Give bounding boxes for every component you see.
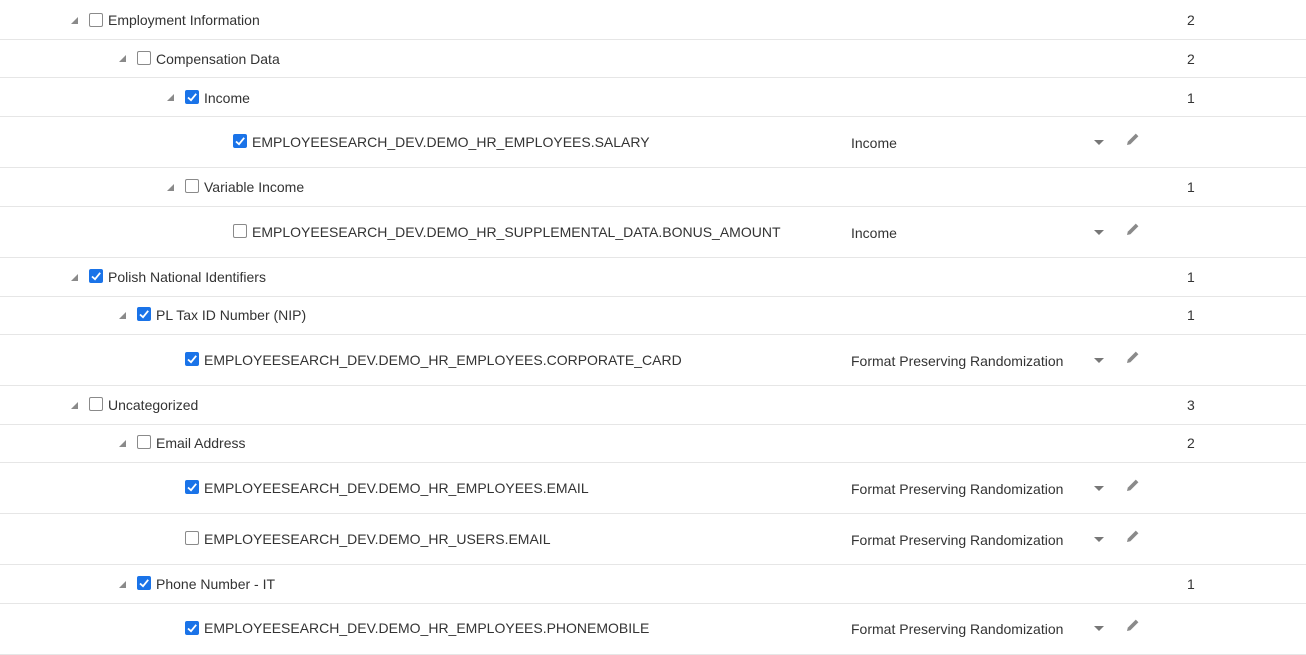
tree-group-row: Employment Information 2 — [0, 0, 1306, 40]
chevron-down-icon[interactable] — [1094, 230, 1104, 235]
tree-column-row: EMPLOYEESEARCH_DEV.DEMO_HR_SUPPLEMENTAL_… — [0, 207, 1306, 258]
pencil-icon[interactable] — [1125, 221, 1141, 237]
row-checkbox[interactable] — [137, 576, 151, 590]
tree-column-row: EMPLOYEESEARCH_DEV.DEMO_HR_EMPLOYEES.PHO… — [0, 604, 1306, 655]
checkmark-icon — [187, 483, 197, 492]
chevron-down-icon[interactable] — [1094, 486, 1104, 491]
row-checkbox[interactable] — [89, 13, 103, 27]
tree-column-row: EMPLOYEESEARCH_DEV.DEMO_HR_EMPLOYEES.EMA… — [0, 463, 1306, 514]
chevron-down-icon[interactable] — [1094, 537, 1104, 542]
masking-format-select[interactable]: Format Preserving Randomization — [851, 353, 1063, 369]
chevron-down-icon[interactable] — [1094, 626, 1104, 631]
masking-format-select[interactable]: Format Preserving Randomization — [851, 481, 1063, 497]
pencil-icon[interactable] — [1125, 131, 1141, 147]
tree-group-row: Polish National Identifiers 1 — [0, 258, 1306, 297]
masking-format-select[interactable]: Income — [851, 135, 897, 151]
row-checkbox[interactable] — [185, 90, 199, 104]
checkmark-icon — [139, 310, 149, 319]
pencil-icon[interactable] — [1125, 617, 1141, 633]
triangle-expanded-icon[interactable] — [71, 274, 78, 281]
row-checkbox[interactable] — [185, 352, 199, 366]
row-checkbox[interactable] — [137, 51, 151, 65]
row-checkbox[interactable] — [233, 134, 247, 148]
group-label: Compensation Data — [156, 51, 280, 67]
group-label: PL Tax ID Number (NIP) — [156, 307, 307, 323]
row-checkbox[interactable] — [89, 397, 103, 411]
row-checkbox[interactable] — [185, 480, 199, 494]
column-name: EMPLOYEESEARCH_DEV.DEMO_HR_USERS.EMAIL — [204, 531, 551, 547]
group-count: 2 — [1187, 12, 1195, 28]
row-checkbox[interactable] — [185, 531, 199, 545]
tree-column-row: EMPLOYEESEARCH_DEV.DEMO_HR_EMPLOYEES.SAL… — [0, 117, 1306, 168]
chevron-down-icon[interactable] — [1094, 358, 1104, 363]
checkmark-icon — [187, 93, 197, 102]
column-name: EMPLOYEESEARCH_DEV.DEMO_HR_EMPLOYEES.COR… — [204, 352, 682, 368]
row-checkbox[interactable] — [233, 224, 247, 238]
chevron-down-icon[interactable] — [1094, 140, 1104, 145]
triangle-expanded-icon[interactable] — [167, 94, 174, 101]
tree-group-row: PL Tax ID Number (NIP) 1 — [0, 297, 1306, 335]
masking-format-select[interactable]: Format Preserving Randomization — [851, 621, 1063, 637]
checkmark-icon — [187, 624, 197, 633]
triangle-expanded-icon[interactable] — [119, 55, 126, 62]
checkmark-icon — [139, 579, 149, 588]
pencil-icon[interactable] — [1125, 349, 1141, 365]
column-name: EMPLOYEESEARCH_DEV.DEMO_HR_EMPLOYEES.PHO… — [204, 620, 650, 636]
group-label: Variable Income — [204, 179, 305, 195]
triangle-expanded-icon[interactable] — [71, 17, 78, 24]
group-count: 1 — [1187, 90, 1195, 106]
group-count: 1 — [1187, 269, 1195, 285]
triangle-expanded-icon[interactable] — [119, 312, 126, 319]
tree-column-row: EMPLOYEESEARCH_DEV.DEMO_HR_USERS.EMAIL F… — [0, 514, 1306, 565]
row-checkbox[interactable] — [185, 621, 199, 635]
column-name: EMPLOYEESEARCH_DEV.DEMO_HR_SUPPLEMENTAL_… — [252, 224, 781, 240]
tree-column-row: EMPLOYEESEARCH_DEV.DEMO_HR_EMPLOYEES.COR… — [0, 335, 1306, 386]
row-checkbox[interactable] — [89, 269, 103, 283]
checkmark-icon — [91, 272, 101, 281]
group-count: 2 — [1187, 435, 1195, 451]
tree-group-row: Variable Income 1 — [0, 168, 1306, 207]
checkmark-icon — [187, 355, 197, 364]
column-name: EMPLOYEESEARCH_DEV.DEMO_HR_EMPLOYEES.SAL… — [252, 134, 650, 150]
triangle-expanded-icon[interactable] — [71, 402, 78, 409]
row-checkbox[interactable] — [137, 435, 151, 449]
triangle-expanded-icon[interactable] — [167, 184, 174, 191]
tree-group-row: Phone Number - IT 1 — [0, 565, 1306, 604]
group-count: 2 — [1187, 51, 1195, 67]
group-label: Polish National Identifiers — [108, 269, 266, 285]
pencil-icon[interactable] — [1125, 528, 1141, 544]
group-label: Income — [204, 90, 250, 106]
triangle-expanded-icon[interactable] — [119, 581, 126, 588]
masking-format-select[interactable]: Format Preserving Randomization — [851, 532, 1063, 548]
group-count: 1 — [1187, 576, 1195, 592]
group-count: 1 — [1187, 179, 1195, 195]
tree-group-row: Income 1 — [0, 78, 1306, 117]
group-label: Uncategorized — [108, 397, 199, 413]
triangle-expanded-icon[interactable] — [119, 440, 126, 447]
pencil-icon[interactable] — [1125, 477, 1141, 493]
row-checkbox[interactable] — [137, 307, 151, 321]
row-checkbox[interactable] — [185, 179, 199, 193]
group-count: 3 — [1187, 397, 1195, 413]
checkmark-icon — [235, 137, 245, 146]
column-name: EMPLOYEESEARCH_DEV.DEMO_HR_EMPLOYEES.EMA… — [204, 480, 589, 496]
group-label: Employment Information — [108, 12, 260, 28]
group-count: 1 — [1187, 307, 1195, 323]
tree-group-row: Uncategorized 3 — [0, 386, 1306, 425]
tree-group-row: Email Address 2 — [0, 425, 1306, 463]
tree-group-row: Compensation Data 2 — [0, 40, 1306, 78]
group-label: Email Address — [156, 435, 246, 451]
masking-format-select[interactable]: Income — [851, 225, 897, 241]
group-label: Phone Number - IT — [156, 576, 276, 592]
